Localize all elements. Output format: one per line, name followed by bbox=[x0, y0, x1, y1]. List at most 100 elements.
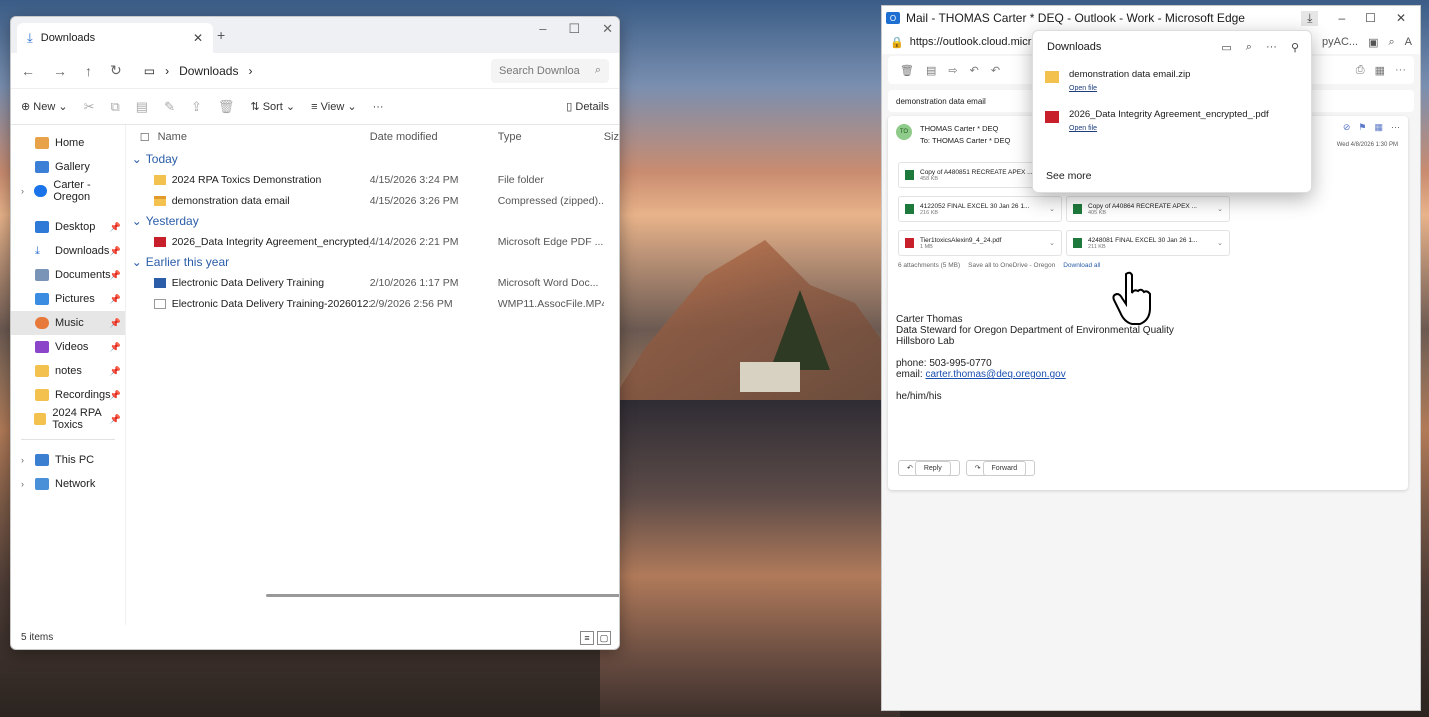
column-name[interactable]: ☐ Name bbox=[140, 131, 370, 144]
sidebar-item-pictures[interactable]: Pictures 📌 bbox=[11, 287, 125, 311]
download-all-link[interactable]: Download all bbox=[1063, 262, 1100, 269]
table-row[interactable]: demonstration data email 4/15/2026 3:26 … bbox=[126, 190, 619, 211]
delete-icon[interactable]: 🗑 bbox=[218, 99, 235, 115]
status-bar: 5 items bbox=[11, 625, 619, 649]
table-row[interactable]: 2026_Data Integrity Agreement_encrypted_… bbox=[126, 231, 619, 252]
sensitivity-icon[interactable]: ⊘ bbox=[1343, 122, 1351, 133]
rename-icon[interactable]: ✎ bbox=[164, 99, 175, 115]
apps-icon[interactable]: ▦ bbox=[1374, 122, 1383, 133]
reply-all-icon[interactable]: ↶ bbox=[991, 64, 1000, 77]
group-today[interactable]: ⌄ Today bbox=[126, 149, 619, 169]
sidebar-item-rpa-toxics[interactable]: 2024 RPA Toxics 📌 bbox=[11, 407, 125, 431]
sort-button[interactable]: ⇅ Sort ⌄ bbox=[250, 100, 295, 113]
new-tab-button[interactable]: + bbox=[217, 27, 225, 43]
more-options-icon[interactable]: ··· bbox=[1266, 41, 1277, 54]
view-button[interactable]: ≡ View ⌄ bbox=[311, 100, 356, 113]
address-box[interactable]: ▭ › Downloads › bbox=[140, 64, 473, 78]
table-row[interactable]: Electronic Data Delivery Training-202601… bbox=[126, 293, 619, 314]
see-more-link[interactable]: See more bbox=[1046, 170, 1092, 182]
column-type[interactable]: Type bbox=[498, 131, 604, 143]
reader-icon[interactable]: ▣ bbox=[1368, 36, 1378, 49]
cut-icon[interactable]: ✂ bbox=[84, 99, 95, 115]
breadcrumb-downloads[interactable]: Downloads bbox=[179, 64, 238, 78]
sidebar-item-network[interactable]: › Network bbox=[11, 472, 125, 496]
sidebar-item-music[interactable]: Music 📌 bbox=[11, 311, 125, 335]
close-tab-icon[interactable]: ✕ bbox=[193, 31, 203, 45]
move-icon[interactable]: ⇨ bbox=[948, 64, 957, 77]
close-button[interactable]: ✕ bbox=[602, 21, 613, 37]
archive-icon[interactable]: ▤ bbox=[926, 64, 936, 77]
zoom-icon[interactable]: ⌕ bbox=[1388, 36, 1394, 49]
details-view-icon[interactable]: ≡ bbox=[580, 631, 594, 645]
horizontal-scrollbar[interactable] bbox=[265, 594, 619, 597]
pin-icon[interactable]: ⚲ bbox=[1291, 41, 1299, 54]
chevron-down-icon[interactable]: ⌄ bbox=[1049, 205, 1055, 213]
sidebar-item-downloads[interactable]: ⤓ Downloads 📌 bbox=[11, 239, 125, 263]
search-input[interactable]: Search Downloa ⌕ bbox=[491, 58, 609, 83]
avatar[interactable]: TO bbox=[896, 124, 912, 140]
open-file-link[interactable]: Open file bbox=[1069, 125, 1269, 132]
sidebar-item-recordings[interactable]: Recordings 📌 bbox=[11, 383, 125, 407]
download-item[interactable]: 2026_Data Integrity Agreement_encrypted_… bbox=[1033, 103, 1311, 143]
more-options-icon[interactable]: ··· bbox=[1395, 64, 1406, 77]
reply-button[interactable]: ↶ Reply bbox=[898, 460, 960, 476]
up-icon[interactable]: ↑ bbox=[85, 63, 92, 79]
tab-downloads[interactable]: ⤓ Downloads ✕ bbox=[17, 23, 213, 53]
reply-icon[interactable]: ↶ bbox=[970, 64, 979, 77]
attachment-item[interactable]: Copy of A40864 RECREATE APEX ... 405 KB ⌄ bbox=[1066, 196, 1230, 222]
sender-name[interactable]: THOMAS Carter * DEQ bbox=[920, 124, 1010, 133]
checkbox-icon[interactable]: ☐ bbox=[140, 131, 150, 144]
read-aloud-icon[interactable]: A bbox=[1405, 36, 1412, 49]
copy-icon[interactable]: ⧉ bbox=[110, 99, 119, 115]
forward-button[interactable]: ↷ Forward bbox=[965, 460, 1036, 476]
forward-icon[interactable]: → bbox=[53, 63, 67, 79]
group-yesterday[interactable]: ⌄ Yesterday bbox=[126, 211, 619, 231]
grid-icon[interactable]: ▦ bbox=[1375, 64, 1385, 77]
flag-icon[interactable]: ⚑ bbox=[1358, 122, 1366, 133]
minimize-button[interactable]: – bbox=[1338, 11, 1345, 26]
chevron-down-icon[interactable]: ⌄ bbox=[1049, 239, 1055, 247]
table-row[interactable]: 2024 RPA Toxics Demonstration 4/15/2026 … bbox=[126, 169, 619, 190]
sidebar-item-desktop[interactable]: Desktop 📌 bbox=[11, 215, 125, 239]
sidebar-item-home[interactable]: Home bbox=[11, 131, 125, 155]
details-button[interactable]: ▯ Details bbox=[566, 100, 609, 113]
download-item[interactable]: demonstration data email.zip Open file bbox=[1033, 63, 1311, 103]
delete-icon[interactable]: 🗑 bbox=[900, 64, 914, 77]
open-folder-icon[interactable]: ▭ bbox=[1221, 41, 1231, 54]
column-date[interactable]: Date modified bbox=[370, 131, 498, 143]
refresh-icon[interactable]: ↻ bbox=[110, 62, 122, 79]
sidebar-item-documents[interactable]: Documents 📌 bbox=[11, 263, 125, 287]
more-options-icon[interactable]: ··· bbox=[373, 101, 384, 113]
minimize-button[interactable]: – bbox=[539, 21, 546, 37]
open-file-link[interactable]: Open file bbox=[1069, 85, 1190, 92]
maximize-button[interactable]: ☐ bbox=[568, 21, 580, 37]
tiles-view-icon[interactable]: ▢ bbox=[597, 631, 611, 645]
share-icon[interactable]: ⇪ bbox=[191, 99, 202, 115]
attachment-item[interactable]: 4122052 FINAL EXCEL 30 Jan 26 1... 216 KB… bbox=[898, 196, 1062, 222]
attachment-item[interactable]: 4248081 FINAL EXCEL 30 Jan 26 1... 211 KB… bbox=[1066, 230, 1230, 256]
more-options-icon[interactable]: ··· bbox=[1391, 122, 1400, 133]
wallpaper-mountain bbox=[600, 240, 900, 420]
table-row[interactable]: Electronic Data Delivery Training 2/10/2… bbox=[126, 272, 619, 293]
print-icon[interactable]: ⎙ bbox=[1356, 64, 1365, 77]
save-to-onedrive-link[interactable]: Save all to OneDrive - Oregon bbox=[968, 262, 1055, 269]
group-earlier[interactable]: ⌄ Earlier this year bbox=[126, 252, 619, 272]
sidebar-item-onedrive[interactable]: › Carter - Oregon bbox=[11, 179, 125, 203]
column-size[interactable]: Siz bbox=[604, 131, 619, 143]
sidebar-item-this-pc[interactable]: › This PC bbox=[11, 448, 125, 472]
attachment-item[interactable]: Tier1toxicsAlexin9_4_24.pdf 1 MB ⌄ bbox=[898, 230, 1062, 256]
back-icon[interactable]: ← bbox=[21, 63, 35, 79]
sidebar-item-gallery[interactable]: Gallery bbox=[11, 155, 125, 179]
chevron-down-icon[interactable]: ⌄ bbox=[1217, 239, 1223, 247]
email-link[interactable]: carter.thomas@deq.oregon.gov bbox=[925, 369, 1065, 380]
new-button[interactable]: ⊕ New ⌄ bbox=[21, 100, 68, 113]
sidebar-item-videos[interactable]: Videos 📌 bbox=[11, 335, 125, 359]
maximize-button[interactable]: ☐ bbox=[1365, 11, 1376, 26]
sidebar-item-notes[interactable]: notes 📌 bbox=[11, 359, 125, 383]
paste-icon[interactable]: ▤ bbox=[136, 99, 148, 115]
search-icon[interactable]: ⌕ bbox=[1246, 41, 1252, 54]
downloads-button[interactable]: ⤓ bbox=[1301, 10, 1319, 26]
chevron-down-icon[interactable]: ⌄ bbox=[1217, 205, 1223, 213]
chevron-down-icon: ⌄ bbox=[131, 255, 142, 269]
close-button[interactable]: ✕ bbox=[1396, 11, 1406, 26]
